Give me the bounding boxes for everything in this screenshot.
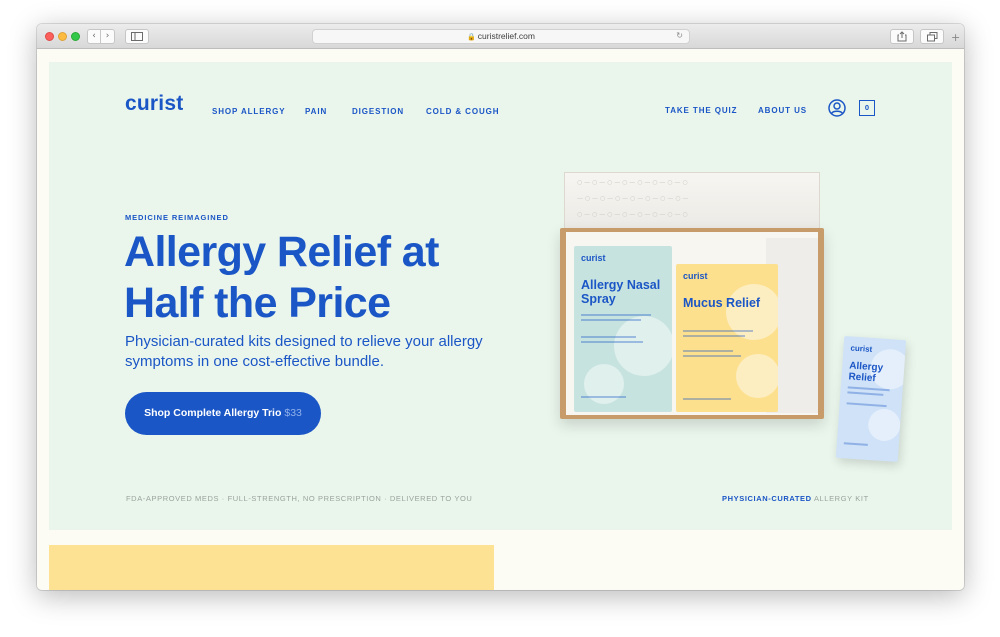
nav-take-the-quiz[interactable]: TAKE THE QUIZ [665,106,737,115]
hero-headline: Allergy Relief at Half the Price [124,228,439,327]
hero-subhead: Physician-curated kits designed to relie… [125,333,483,370]
new-tab-icon[interactable]: + [951,31,960,44]
lock-icon: 🔒 [467,33,476,41]
hero-kicker: MEDICINE REIMAGINED [125,213,229,222]
allergy-relief-package: curist Allergy Relief [835,335,907,463]
sidebar-icon[interactable] [125,29,149,44]
mucus-title: Mucus Relief [683,296,761,310]
value-props: FDA-APPROVED MEDS · FULL-STRENGTH, NO PR… [126,494,473,503]
zoom-window-button[interactable] [71,32,80,41]
mucus-relief-package: curist Mucus Relief [676,264,778,412]
forward-icon[interactable]: › [101,29,115,44]
account-icon[interactable] [828,99,846,117]
shipping-box: curist Allergy Nasal Spray curist Mucus … [560,228,824,419]
tabs-icon[interactable] [920,29,944,44]
browser-titlebar: ‹ › 🔒 curistrelief.com ↻ + [37,24,964,49]
product-kit-image: ○ — ○ — ○ — ○ — ○ — ○ — ○ — ○ — ○ — ○ — … [550,172,932,490]
cart-button[interactable]: 0 [859,100,875,116]
mucus-brand: curist [683,271,708,281]
allergy-brand: curist [850,343,873,354]
nasal-brand: curist [581,253,606,263]
curist-logo[interactable]: curist [125,92,183,116]
nasal-title: Allergy Nasal Spray [581,278,661,306]
box-lid: ○ — ○ — ○ — ○ — ○ — ○ — ○ — ○ — ○ — ○ — … [564,172,820,232]
kit-caption-rest: ALLERGY KIT [813,494,869,503]
url-text: curistrelief.com [477,31,535,41]
back-icon[interactable]: ‹ [87,29,101,44]
web-page: curist SHOP ALLERGY PAIN DIGESTION COLD … [37,50,964,590]
shop-trio-button[interactable]: Shop Complete Allergy Trio $33 [125,392,321,435]
nav-about-us[interactable]: ABOUT US [758,106,807,115]
kit-caption: PHYSICIAN-CURATED ALLERGY KIT [722,494,869,503]
minimize-window-button[interactable] [58,32,67,41]
nav-shop-allergy[interactable]: SHOP ALLERGY [212,107,285,116]
share-icon[interactable] [890,29,914,44]
nav-pain[interactable]: PAIN [305,107,327,116]
nav-digestion[interactable]: DIGESTION [352,107,404,116]
kit-caption-strong: PHYSICIAN-CURATED [722,494,812,503]
next-section-block [49,545,494,590]
reload-icon[interactable]: ↻ [676,31,683,40]
cta-price: $33 [284,407,302,419]
nav-cold-cough[interactable]: COLD & COUGH [426,107,499,116]
hero-section: curist SHOP ALLERGY PAIN DIGESTION COLD … [49,62,952,530]
address-bar[interactable]: 🔒 curistrelief.com ↻ [312,29,690,44]
browser-window: ‹ › 🔒 curistrelief.com ↻ + curist SHOP AL… [37,24,964,590]
close-window-button[interactable] [45,32,54,41]
allergy-title: Allergy Relief [848,360,884,385]
nasal-spray-package: curist Allergy Nasal Spray [574,246,672,412]
cta-label: Shop Complete Allergy Trio [144,407,282,419]
